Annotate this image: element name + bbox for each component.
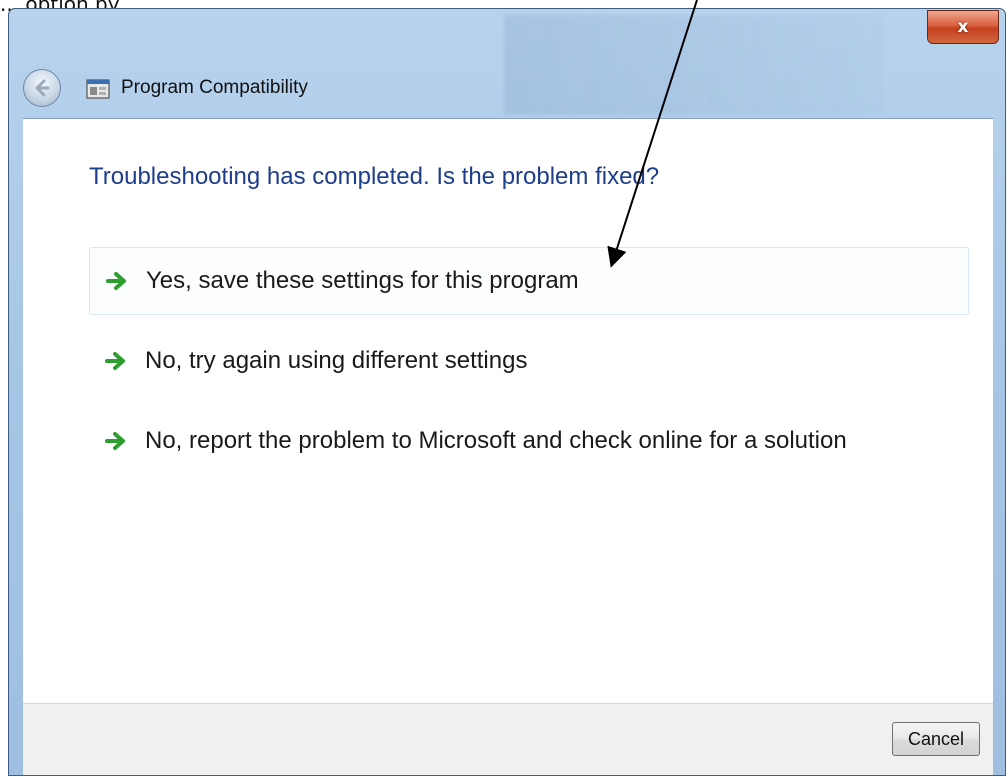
program-compatibility-icon [86, 79, 110, 99]
program-compatibility-window: x Program Compatibility Troubleshooting … [8, 8, 1006, 776]
back-arrow-icon [35, 79, 50, 97]
option-report-problem[interactable]: No, report the problem to Microsoft and … [89, 407, 969, 475]
option-label: No, try again using different settings [145, 347, 528, 374]
window-title: Program Compatibility [121, 77, 308, 98]
green-arrow-icon [105, 352, 125, 370]
back-button[interactable] [23, 69, 61, 107]
cancel-button[interactable]: Cancel [892, 722, 980, 756]
screenshot-page: ... option by . . . x Program Compatibil… [0, 0, 1008, 777]
content-area: Troubleshooting has completed. Is the pr… [23, 118, 993, 704]
glass-background [504, 15, 884, 115]
page-heading: Troubleshooting has completed. Is the pr… [89, 163, 660, 190]
option-save-settings[interactable]: Yes, save these settings for this progra… [89, 247, 969, 315]
option-label: No, report the problem to Microsoft and … [145, 427, 847, 454]
close-button[interactable]: x [927, 10, 999, 44]
option-label: Yes, save these settings for this progra… [146, 267, 579, 294]
close-icon: x [957, 17, 969, 37]
green-arrow-icon [105, 432, 125, 450]
footer-bar: Cancel [23, 703, 993, 775]
green-arrow-icon [106, 272, 126, 290]
option-try-again[interactable]: No, try again using different settings [89, 327, 969, 395]
